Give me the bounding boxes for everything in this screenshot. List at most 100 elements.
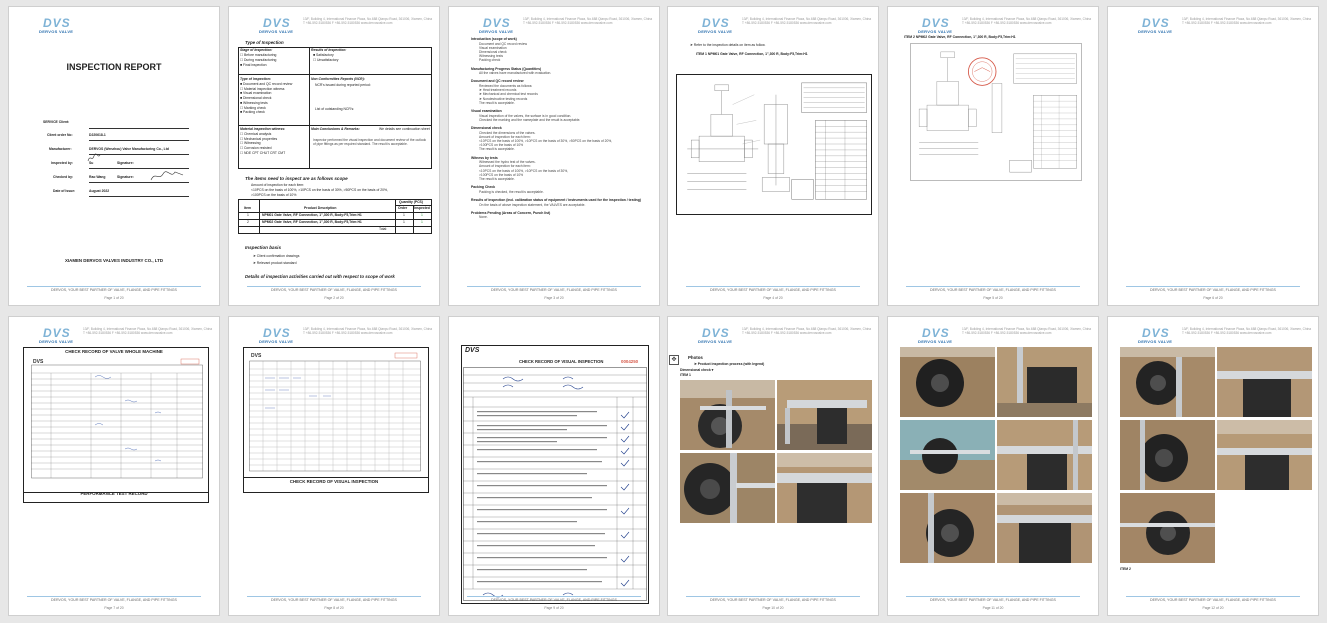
company-logo-sub: DERVOS VALVE [1138,339,1173,344]
company-logo-sub: DERVOS VALVE [39,29,74,34]
stage-item: ■ Final inspection [240,63,267,67]
page-12[interactable]: DVS DERVOS VALVE 13/F, Building 4, Inter… [1107,316,1319,616]
section: Introduction (scope of work) Document an… [471,37,651,63]
material-item: Mechanical properties [243,136,278,141]
page-5[interactable]: DVS DERVOS VALVE 13/F, Building 4, Inter… [887,6,1099,306]
page-3[interactable]: DVS DERVOS VALVE 13/F, Building 4, Inter… [448,6,660,306]
section-body: Witnessed the hydro test of the valves. A… [471,160,651,181]
record-caption: PERFORMANCE TEST RECORD [80,491,148,496]
section: Packing Check Packing is checked, the re… [471,185,651,194]
field-label-manufacturer: Manufacturer: [49,147,72,151]
company-address: 13/F, Building 4, International Finance … [303,17,433,25]
valve-photo[interactable] [997,420,1092,490]
page-number: Page 1 of 20 [104,296,124,300]
valve-photo[interactable] [1120,420,1215,490]
field-value-manufacturer: DERVOS (Wenzhou) Valve Manufacturing Co.… [89,147,169,151]
section: Manufacturing Progress Status (Quantitie… [471,67,651,76]
page-8[interactable]: DVS DERVOS VALVE 13/F, Building 4, Inter… [228,316,440,616]
valve-photo[interactable] [900,347,995,417]
page-footer: DERVOS, YOUR BEST PARTNER OF VALVE, FLAN… [930,598,1056,602]
valve-photo[interactable] [900,493,995,563]
valve-drawing [676,74,872,215]
field-label-signature: Signature: [117,161,134,165]
page-10[interactable]: DVS DERVOS VALVE 13/F, Building 4, Inter… [667,316,879,616]
table-divider [238,125,432,126]
section-body: Visual inspection of the valves, the sur… [471,114,651,122]
material-item: Witnessing [243,141,261,146]
report-sections: Introduction (scope of work) Document an… [471,37,651,220]
valve-photo[interactable] [900,420,995,490]
scanned-form: DVS [31,357,203,479]
field-line [89,196,189,197]
form-title: CHECK RECORD OF VISUAL INSPECTION [519,359,604,364]
move-handle-icon[interactable]: ✥ [669,355,679,365]
drawing-art [687,82,867,200]
valve-photo[interactable] [1120,347,1215,417]
section-line: The result is acceptable. [479,147,515,152]
page-header: DVS DERVOS VALVE 13/F, Building 4, Inter… [237,13,433,35]
valve-drawing [910,43,1082,181]
page-4[interactable]: DVS DERVOS VALVE 13/F, Building 4, Inter… [667,6,879,306]
company-logo-sub: DERVOS VALVE [1138,29,1173,34]
basis-item: ➤ Relevant product standard [253,261,297,265]
company-logo: DVS [263,16,291,30]
page-header: DVS DERVOS VALVE 13/F, Building 4, Inter… [676,13,872,35]
valve-photo[interactable] [680,380,775,450]
refer-note: ➤ Refer to the inspection details on ite… [690,43,766,47]
company-logo: DVS [263,326,291,340]
section-body: Checked the dimensions of the valves. Amo… [471,131,651,152]
item-label: ITEM 2 [1120,567,1131,571]
page-1[interactable]: DVS DERVOS VALVE INSPECTION REPORT SERVI… [8,6,220,306]
section-line: The result is acceptable. [479,177,515,182]
field-line [89,128,189,129]
field-line [89,140,189,141]
form-logo: DVS [465,347,480,354]
report-title: INSPECTION REPORT [66,62,162,72]
page-6[interactable]: DVS DERVOS VALVE 13/F, Building 4, Inter… [1107,6,1319,306]
page-11[interactable]: DVS DERVOS VALVE 13/F, Building 4, Inter… [887,316,1099,616]
section-line: Packing check [479,58,501,63]
page-number: Page 7 of 20 [104,606,124,610]
page-9[interactable]: DVS CHECK RECORD OF VISUAL INSPECTION 00… [448,316,660,616]
page-footer: DERVOS, YOUR BEST PARTNER OF VALVE, FLAN… [51,288,177,292]
company-logo-sub: DERVOS VALVE [39,339,74,344]
footer-line [686,596,860,597]
section-body: On the basis of above inspection stateme… [471,203,651,207]
contact-line: T +86-592-5180536 F +86-592-5180536 www.… [303,21,393,26]
field-value-checked: Rao Wang [89,175,106,179]
drawing-art [918,51,1077,173]
company-logo: DVS [43,16,71,30]
contact-line: T +86-592-5180536 F +86-592-5180536 www.… [1182,331,1272,336]
page-number: Page 2 of 20 [324,296,344,300]
page-header: DVS DERVOS VALVE 13/F, Building 4, Inter… [17,323,213,345]
company-address: 13/F, Building 4, International Finance … [83,327,213,335]
details-heading: Details of inspection activities carried… [245,274,395,279]
valve-photo[interactable] [777,453,872,523]
form-logo-text: DVS [251,353,262,359]
col-order: Order [398,206,408,210]
section-line: On the basis of above inspection stateme… [479,202,586,207]
scanned-form [463,367,647,601]
ncr-item: List of outstanding NCR's: [315,107,355,111]
valve-photo[interactable] [1217,347,1312,417]
contact-line: T +86-592-5180536 F +86-592-5180536 www.… [83,331,173,336]
item-label: ITEM 1 [680,373,691,377]
field-value-order: D220618-1 [89,133,106,137]
valve-photo[interactable] [1217,420,1312,490]
valve-photo[interactable] [997,493,1092,563]
table-row-inspected: 1 [421,220,423,224]
company-address: 13/F, Building 4, International Finance … [1182,327,1312,335]
section-line: All the valves have manufactured with ev… [479,71,552,76]
page-footer: DERVOS, YOUR BEST PARTNER OF VALVE, FLAN… [491,288,617,292]
valve-photo[interactable] [1120,493,1215,563]
page-2[interactable]: DVS DERVOS VALVE 13/F, Building 4, Inter… [228,6,440,306]
valve-photo[interactable] [777,380,872,450]
company-logo-sub: DERVOS VALVE [479,29,514,34]
valve-photo[interactable] [680,453,775,523]
page-header: DVS DERVOS VALVE 13/F, Building 4, Inter… [1116,323,1312,345]
page-7[interactable]: DVS DERVOS VALVE 13/F, Building 4, Inter… [8,316,220,616]
page-header: DVS DERVOS VALVE 13/F, Building 4, Inter… [896,323,1091,345]
stage-heading: Stage of Inspection: [240,48,273,52]
company-address: 13/F, Building 4, International Finance … [742,17,872,25]
valve-photo[interactable] [997,347,1092,417]
